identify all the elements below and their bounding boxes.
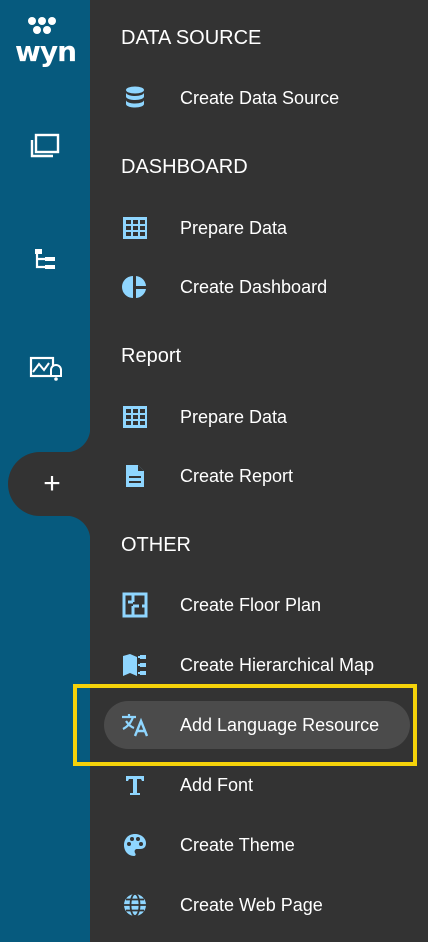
monitor-alert-icon[interactable]	[22, 347, 68, 393]
pie-chart-icon	[104, 263, 166, 311]
rail-item-create[interactable]: +	[8, 428, 90, 540]
menu-item-label: Create Data Source	[180, 88, 340, 108]
menu-item-label: Prepare Data	[180, 407, 288, 427]
globe-icon	[104, 881, 166, 929]
menu-item-prepare-data-dashboard[interactable]: Prepare Data	[104, 204, 410, 252]
plus-icon: +	[43, 467, 61, 500]
hierarchy-icon[interactable]	[22, 236, 68, 282]
app-root: wyn + DATA SOURCE Create Data Source DAS…	[0, 0, 428, 942]
floor-plan-icon	[104, 581, 166, 629]
menu-item-label: Prepare Data	[180, 218, 288, 238]
logo-dots-icon	[28, 17, 56, 34]
menu-item-create-theme[interactable]: Create Theme	[104, 821, 410, 869]
menu-item-label: Add Font	[180, 775, 254, 795]
menu-item-label: Create Report	[180, 466, 294, 486]
highlight-annotation-box	[73, 684, 417, 766]
menu-item-create-web-page[interactable]: Create Web Page	[104, 881, 410, 929]
menu-item-label: Create Theme	[180, 835, 295, 855]
menu-item-create-hierarchical-map[interactable]: Create Hierarchical Map	[104, 641, 410, 689]
table-icon	[104, 393, 166, 441]
palette-icon	[104, 821, 166, 869]
logo-wordmark: wyn	[15, 35, 77, 68]
section-title-dashboard: DASHBOARD	[121, 156, 248, 178]
menu-item-create-floor-plan[interactable]: Create Floor Plan	[104, 581, 410, 629]
menu-item-create-data-source[interactable]: Create Data Source	[104, 74, 410, 122]
table-icon	[104, 204, 166, 252]
menu-item-label: Create Dashboard	[180, 277, 328, 297]
section-title-report: Report	[121, 345, 182, 367]
menu-item-label: Create Web Page	[180, 895, 323, 915]
section-title-data-source: DATA SOURCE	[121, 27, 262, 49]
map-icon	[104, 641, 166, 689]
font-icon	[104, 761, 166, 809]
menu-item-label: Create Hierarchical Map	[180, 655, 375, 675]
wyn-logo[interactable]: wyn	[10, 16, 80, 72]
documents-icon[interactable]	[22, 123, 68, 169]
menu-item-add-font[interactable]: Add Font	[104, 761, 410, 809]
section-title-other: OTHER	[121, 534, 191, 556]
menu-item-create-dashboard[interactable]: Create Dashboard	[104, 263, 410, 311]
document-icon	[104, 452, 166, 500]
menu-item-label: Create Floor Plan	[180, 595, 322, 615]
database-icon	[104, 74, 166, 122]
menu-item-create-report[interactable]: Create Report	[104, 452, 410, 500]
menu-item-prepare-data-report[interactable]: Prepare Data	[104, 393, 410, 441]
